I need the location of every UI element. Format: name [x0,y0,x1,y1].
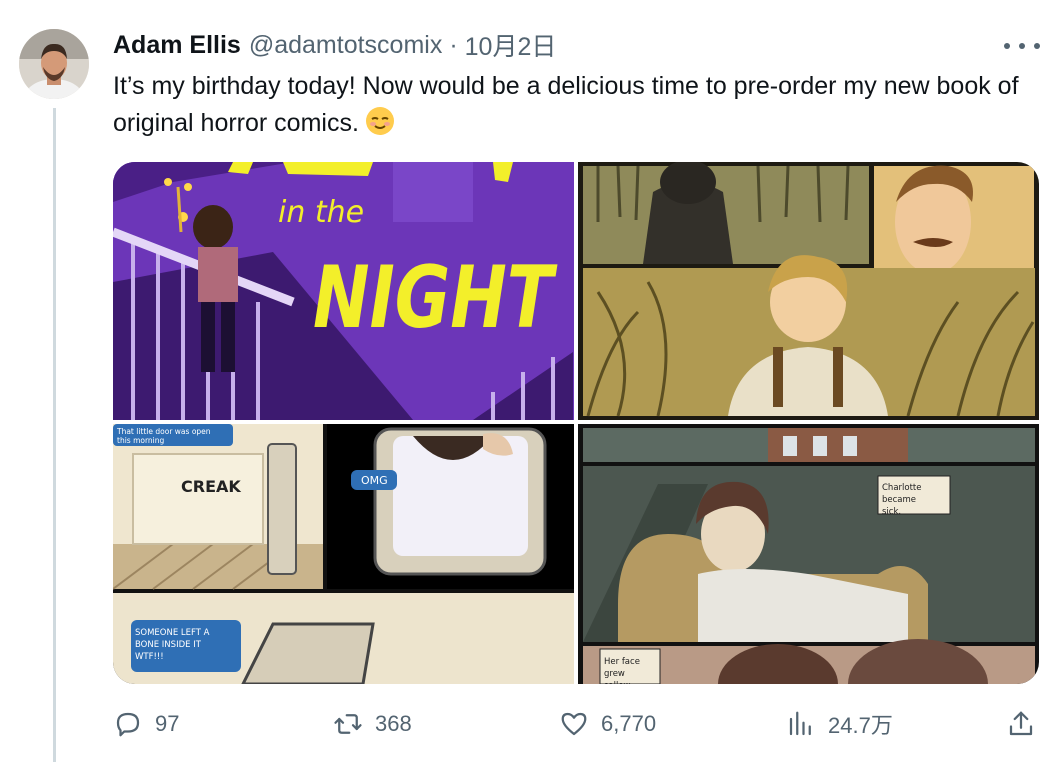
share-button[interactable] [1006,700,1048,748]
bubble-omg-text: OMG [361,474,388,487]
media-image-4[interactable]: Charlottebecamesick. Her facegrewsallow. [578,424,1039,684]
tweet-header: Adam Ellis @adamtotscomix · 10月2日 [113,28,556,62]
media-image-1[interactable]: in the NIGHT [113,162,574,420]
like-count: 6,770 [601,711,657,736]
like-button[interactable]: 6,770 [559,700,656,748]
tweet-actions: 97 368 6,770 24.7万 [113,700,1039,748]
views-count: 24.7万 [828,713,893,738]
heart-icon [559,709,589,739]
tweet-date[interactable]: 10月2日 [465,27,557,63]
media-image-3[interactable]: That little door was open this morning CR… [113,424,574,684]
display-name[interactable]: Adam Ellis [113,31,241,60]
reply-count: 97 [155,711,180,736]
reply-button[interactable]: 97 [113,700,179,748]
avatar[interactable] [19,29,89,99]
retweet-icon [333,709,363,739]
retweet-button[interactable]: 368 [333,700,412,748]
relieved-face-emoji-icon [365,106,395,147]
sound-effect-text: CREAK [181,477,241,496]
views-chart-icon [786,709,816,739]
tweet-text: It’s my birthday today! Now would be a d… [113,68,1038,147]
more-options-icon[interactable] [1004,34,1040,58]
media-grid[interactable]: in the NIGHT That little door was open t… [113,162,1039,684]
reply-icon [113,709,143,739]
user-handle[interactable]: @adamtotscomix [249,31,443,60]
share-icon [1006,709,1036,739]
media-image-2[interactable] [578,162,1039,420]
retweet-count: 368 [375,711,412,736]
views-button[interactable]: 24.7万 [786,700,893,748]
cover-title-line1: in the [278,195,364,230]
tweet-body: It’s my birthday today! Now would be a d… [113,72,1019,137]
separator: · [449,30,458,59]
cover-title-line2: NIGHT [313,248,558,348]
thread-line [53,108,56,762]
